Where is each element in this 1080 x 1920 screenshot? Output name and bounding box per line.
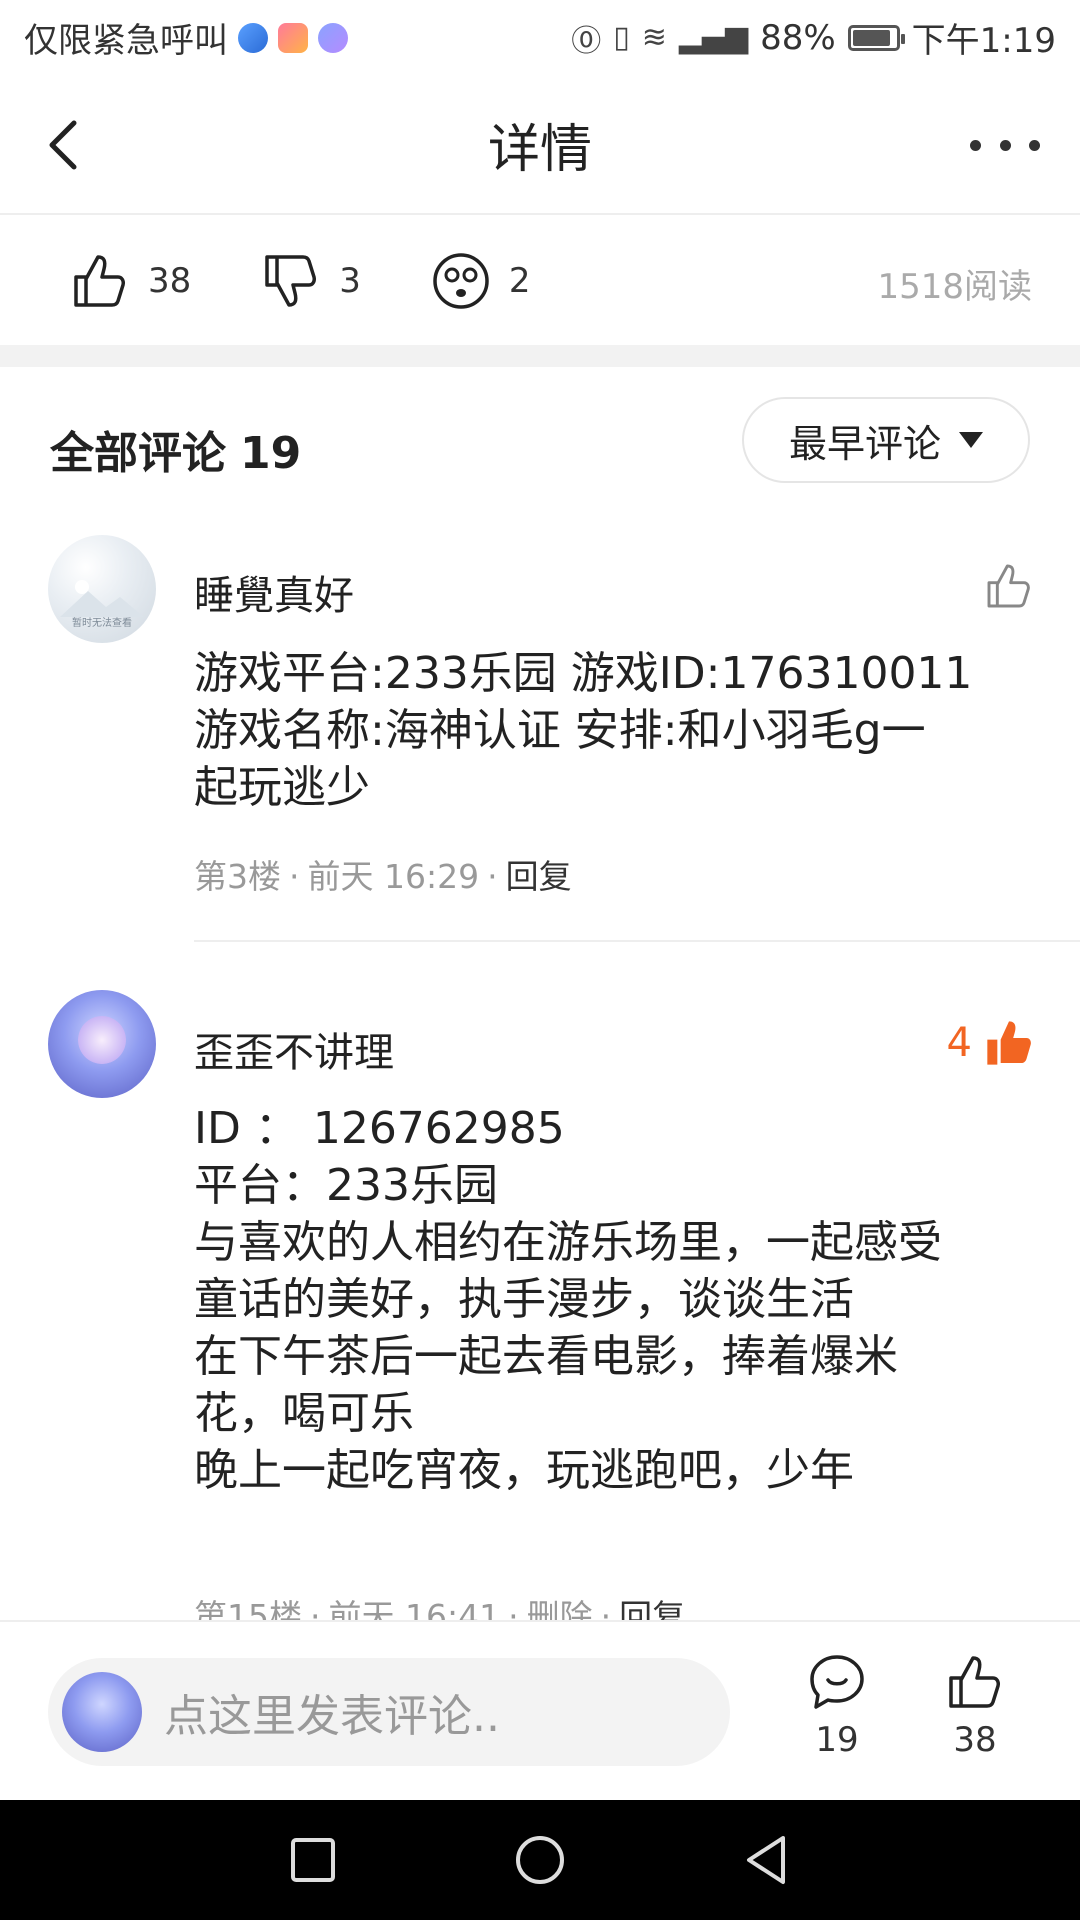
comment-time: 前天 16:41: [328, 1597, 501, 1620]
comment-input-placeholder: 点这里发表评论..: [164, 1691, 500, 1742]
recents-button[interactable]: [285, 1832, 341, 1888]
separator-dot: ·: [310, 1597, 321, 1620]
comment-author[interactable]: 歪歪不讲理: [194, 1020, 394, 1078]
comments-count: 19: [240, 428, 302, 479]
comment-item: 歪歪不讲理 4 ID ： 126762985 平台：233乐园 与喜欢的人相约在…: [0, 990, 1080, 1620]
more-dot-icon: [999, 139, 1011, 151]
comment-count: 19: [815, 1720, 859, 1760]
avatar-caption: 暂时无法查看: [72, 618, 132, 629]
comment-author[interactable]: 睡覺真好: [194, 563, 354, 621]
like-post-button[interactable]: 38: [925, 1652, 1025, 1760]
comment-body: 游戏平台:233乐园 游戏ID:176310011 游戏名称:海神认证 安排:和…: [194, 645, 1034, 816]
back-nav-button[interactable]: [739, 1832, 795, 1888]
back-button[interactable]: [36, 115, 96, 175]
comment-item: 暂时无法查看 睡覺真好 游戏平台:233乐园 游戏ID:176310011 游戏…: [0, 535, 1080, 945]
reply-button[interactable]: 回复: [506, 857, 572, 896]
comment-meta: 第15楼 · 前天 16:41 · 删除 · 回复: [194, 1590, 685, 1620]
comments-header: 全部评论 19 最早评论: [0, 367, 1080, 517]
app-store-icon: [278, 22, 308, 53]
comment-line: 平台：233乐园: [194, 1160, 498, 1211]
comment-line: 晚上一起吃宵夜，玩逃跑吧，少年: [194, 1445, 854, 1496]
avatar[interactable]: 暂时无法查看: [48, 535, 156, 643]
status-bar: 仅限紧急呼叫 ⓪ ▯ ≋ ▂▄▆ 88% 下午1:19: [0, 0, 1080, 75]
placeholder-image-icon: [60, 580, 144, 617]
music-icon: [318, 22, 348, 53]
dizzy-face-icon: [433, 253, 489, 309]
comment-line: ID ： 126762985: [194, 1103, 565, 1154]
comment-line: 花，喝可乐: [194, 1388, 414, 1439]
comment-input[interactable]: 点这里发表评论..: [48, 1658, 730, 1766]
comment-like-button[interactable]: [984, 561, 1034, 611]
comment-bubble-icon: [810, 1655, 864, 1709]
comment-line: 游戏名称:海神认证 安排:和小羽毛g一: [194, 705, 926, 756]
system-navigation-bar: [0, 1800, 1080, 1920]
clock: 下午1:19: [911, 21, 1056, 61]
reaction-bar: 38 3 2 1518阅读: [0, 217, 1080, 345]
comments-button[interactable]: 19: [787, 1652, 887, 1760]
comment-line: 游戏平台:233乐园 游戏ID:176310011: [194, 648, 973, 699]
browser-icon: [238, 22, 268, 53]
page-title: 详情: [487, 119, 592, 180]
dislike-count: 3: [339, 261, 361, 301]
separator-dot: ·: [508, 1597, 519, 1620]
delete-button[interactable]: 删除: [527, 1597, 593, 1620]
nfc-icon: ⓪: [571, 23, 602, 59]
thumbs-up-icon: [949, 1656, 1000, 1708]
more-dot-icon: [970, 139, 981, 151]
like-count: 38: [953, 1720, 997, 1760]
floor-number: 第15楼: [194, 1597, 302, 1620]
dizzy-reaction-button[interactable]: 2: [431, 251, 531, 311]
dislike-button[interactable]: 3: [261, 251, 361, 311]
like-button[interactable]: 38: [70, 251, 191, 311]
caret-down-icon: [959, 432, 983, 448]
comment-like-count: 4: [946, 1020, 972, 1066]
more-dot-icon: [1029, 139, 1040, 151]
separator-dot: ·: [487, 857, 498, 896]
home-button[interactable]: [512, 1832, 568, 1888]
comments-title: 全部评论 19: [50, 417, 301, 481]
read-count: 1518阅读: [877, 267, 1032, 307]
carrier-text: 仅限紧急呼叫: [24, 21, 228, 61]
more-options-button[interactable]: [970, 125, 1040, 165]
thumbs-down-icon: [265, 255, 317, 307]
thumbs-up-filled-icon: [987, 1021, 1031, 1065]
separator-dot: ·: [600, 1597, 612, 1620]
vibrate-icon: ▯: [613, 20, 630, 55]
reply-button[interactable]: 回复: [619, 1597, 685, 1620]
comment-time: 前天 16:29: [307, 857, 480, 896]
comment-meta: 第3楼 · 前天 16:29 · 回复: [194, 850, 572, 898]
separator-dot: ·: [289, 857, 300, 896]
comment-line: 童话的美好，执手漫步，谈谈生活: [194, 1274, 854, 1325]
comments-title-label: 全部评论: [50, 428, 226, 479]
dizzy-count: 2: [508, 261, 531, 301]
comment-composer-bar: 点这里发表评论.. 19 38: [0, 1620, 1080, 1800]
comment-line: 起玩逃少: [194, 762, 370, 813]
comment-like-button[interactable]: 4: [947, 1018, 1034, 1068]
battery-fill: [852, 29, 890, 46]
floor-number: 第3楼: [194, 857, 281, 896]
section-divider: [0, 345, 1080, 367]
avatar[interactable]: [48, 990, 156, 1098]
sort-dropdown[interactable]: 最早评论: [742, 397, 1030, 483]
comment-divider: [194, 940, 1080, 942]
battery-percent: 88%: [760, 17, 836, 58]
chevron-left-icon: [49, 120, 77, 170]
comment-body: ID ： 126762985 平台：233乐园 与喜欢的人相约在游乐场里，一起感…: [194, 1100, 1034, 1499]
comment-line: 在下午茶后一起去看电影，捧着爆米: [194, 1331, 898, 1382]
avatar: [62, 1672, 142, 1752]
wifi-icon: ≋: [641, 20, 667, 55]
app-header: 详情: [0, 75, 1080, 215]
thumbs-up-icon: [74, 255, 125, 307]
comment-line: 与喜欢的人相约在游乐场里，一起感受: [194, 1217, 942, 1268]
like-count: 38: [148, 261, 192, 301]
sort-label: 最早评论: [788, 421, 941, 466]
battery-icon: [847, 24, 905, 51]
signal-icon: ▂▄▆: [678, 20, 749, 55]
thumbs-up-outline-icon: [987, 564, 1030, 608]
